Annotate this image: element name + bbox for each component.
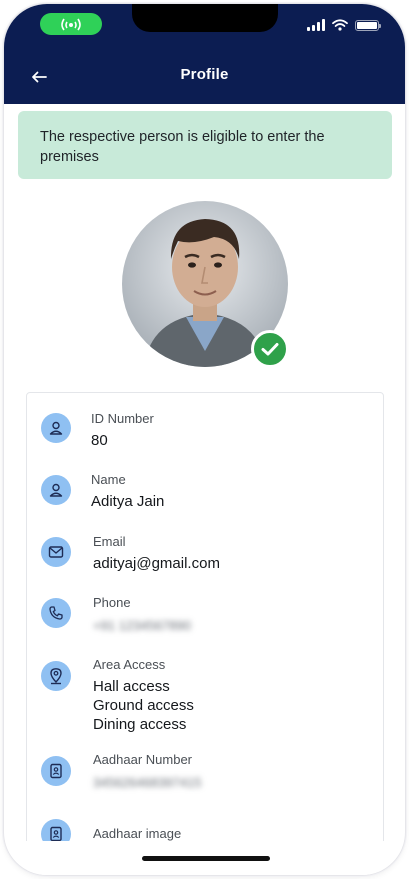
page-title: Profile [180,66,229,83]
verified-badge [251,330,289,368]
field-label: Name [91,472,126,487]
map-pin-icon [41,661,71,691]
access-item: Dining access [93,716,187,733]
broadcast-icon [61,18,81,31]
camera-notch [132,4,278,32]
field-value-blurred[interactable]: 345626468397415 [93,773,201,792]
field-label: Aadhaar image [93,826,182,841]
field-label: Aadhaar Number [93,752,192,767]
user-icon [41,475,71,505]
mail-icon [41,537,71,567]
battery-icon [355,19,381,31]
wifi-icon [332,19,348,31]
status-pill[interactable] [40,13,102,35]
details-card: ID Number 80 Name Aditya Jain Email adit… [26,392,384,875]
access-item: Ground access [93,697,194,714]
status-icons [307,18,381,32]
field-label: Area Access [93,657,166,672]
check-icon [261,343,279,356]
access-item: Hall access [93,678,170,695]
user-icon [41,413,71,443]
eligibility-banner: The respective person is eligible to ent… [18,111,392,179]
id-card-icon [41,756,71,786]
field-value: 80 [91,432,108,449]
app-header: Profile [4,4,405,104]
field-value: Aditya Jain [91,493,165,510]
signal-icon [307,19,325,31]
field-label: ID Number [91,411,154,426]
phone-frame: Profile The respective person is eligibl… [3,3,406,876]
field-label: Email [93,534,126,549]
field-value-blurred[interactable]: +91 1234567890 [93,616,191,635]
field-value[interactable]: adityaj@gmail.com [93,554,220,573]
home-indicator[interactable] [142,856,270,861]
phone-icon [41,598,71,628]
field-label: Phone [93,595,131,610]
avatar-container [122,201,289,368]
